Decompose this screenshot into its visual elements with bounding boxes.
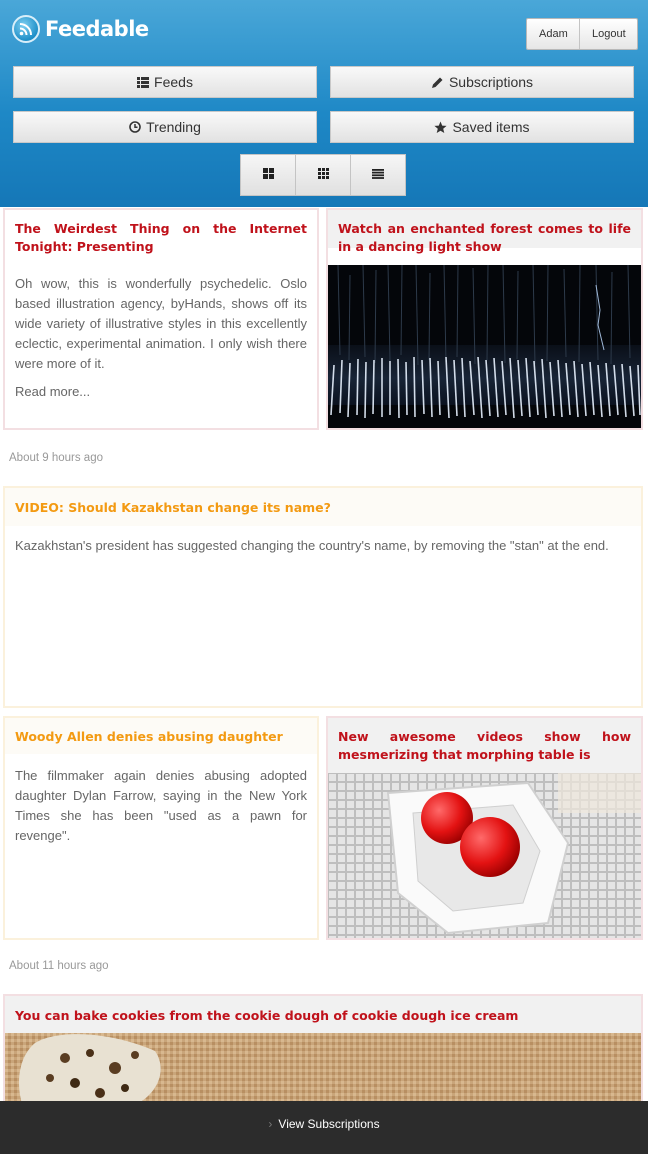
article-card[interactable]: The Weirdest Thing on the Internet Tonig… <box>3 208 319 430</box>
article-excerpt: Oh wow, this is wonderfully psychedelic.… <box>15 276 307 371</box>
grid-small-view-button[interactable] <box>295 155 350 195</box>
article-title[interactable]: You can bake cookies from the cookie dou… <box>15 1007 631 1025</box>
article-title[interactable]: VIDEO: Should Kazakhstan change its name… <box>15 499 631 517</box>
grid-large-view-button[interactable] <box>241 155 295 195</box>
saved-items-label: Saved items <box>452 119 530 135</box>
grid-small-icon <box>317 166 329 184</box>
view-subscriptions-label: View Subscriptions <box>278 1117 380 1131</box>
header: Feedable Adam Logout Feeds Subscriptions… <box>0 0 648 207</box>
user-button[interactable]: Adam <box>527 19 580 49</box>
user-menu: Adam Logout <box>526 18 638 50</box>
article-title[interactable]: New awesome videos show how mesmerizing … <box>338 728 631 764</box>
article-excerpt: Kazakhstan's president has suggested cha… <box>15 538 609 553</box>
subscriptions-button[interactable]: Subscriptions <box>330 66 634 98</box>
saved-items-button[interactable]: Saved items <box>330 111 634 143</box>
feeds-button[interactable]: Feeds <box>13 66 317 98</box>
app-root: Feedable Adam Logout Feeds Subscriptions… <box>0 0 648 1154</box>
article-title[interactable]: Watch an enchanted forest comes to life … <box>338 220 631 256</box>
app-name: Feedable <box>45 17 149 41</box>
article-image-morphing-table[interactable] <box>328 773 641 938</box>
article-card[interactable]: Woody Allen denies abusing daughter The … <box>3 716 319 940</box>
logout-button[interactable]: Logout <box>580 19 637 49</box>
chevron-right-icon: › <box>268 1117 273 1131</box>
subscriptions-label: Subscriptions <box>448 74 534 90</box>
article-title[interactable]: The Weirdest Thing on the Internet Tonig… <box>15 220 307 256</box>
view-toggle <box>240 154 406 196</box>
feeds-label: Feeds <box>154 74 193 90</box>
article-title[interactable]: Woody Allen denies abusing daughter <box>15 728 307 746</box>
article-excerpt: The filmmaker again denies abusing adopt… <box>15 768 307 843</box>
article-card[interactable]: Watch an enchanted forest comes to life … <box>326 208 643 430</box>
pencil-icon <box>431 76 444 89</box>
star-icon <box>434 121 448 134</box>
logo[interactable]: Feedable <box>12 14 149 44</box>
read-more-link[interactable]: Read more... <box>5 384 317 399</box>
list-view-button[interactable] <box>350 155 405 195</box>
view-subscriptions-button[interactable]: › View Subscriptions <box>268 1117 379 1131</box>
trending-button[interactable]: Trending <box>13 111 317 143</box>
timestamp: About 11 hours ago <box>9 960 109 972</box>
trending-label: Trending <box>146 119 201 135</box>
timestamp: About 9 hours ago <box>9 452 103 464</box>
list-icon <box>372 166 384 184</box>
article-card[interactable]: New awesome videos show how mesmerizing … <box>326 716 643 940</box>
article-card[interactable]: You can bake cookies from the cookie dou… <box>3 994 643 1114</box>
article-card[interactable]: VIDEO: Should Kazakhstan change its name… <box>3 486 643 708</box>
article-image-forest-light-show[interactable] <box>328 265 641 428</box>
rss-icon <box>12 15 40 43</box>
list-icon <box>137 76 150 88</box>
clock-icon <box>129 121 141 133</box>
bottom-bar: › View Subscriptions <box>0 1101 648 1154</box>
grid-large-icon <box>262 166 274 184</box>
